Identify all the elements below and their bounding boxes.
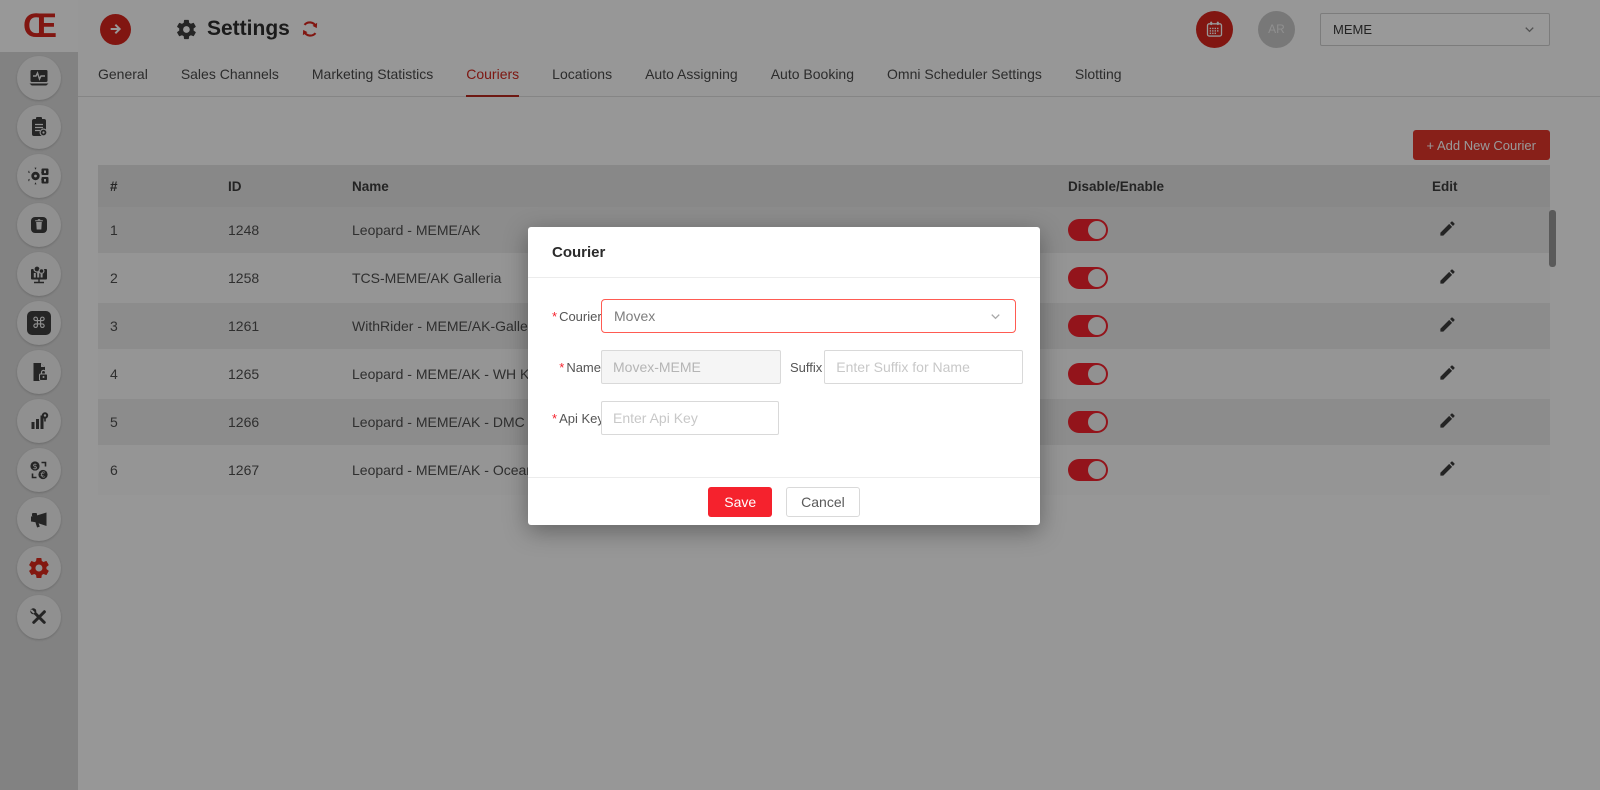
cancel-button[interactable]: Cancel (786, 487, 860, 517)
courier-modal: Courier *Courier Movex *Name Suffix *Api… (528, 227, 1040, 525)
name-field-label: *Name (552, 360, 601, 375)
settings-page: Œ ⌘ (0, 0, 1600, 790)
name-input[interactable] (601, 350, 781, 384)
save-button[interactable]: Save (708, 487, 772, 517)
modal-title: Courier (552, 244, 605, 261)
courier-field-label: *Courier (552, 309, 601, 324)
api-key-field-label: *Api Key (552, 411, 601, 426)
courier-select-value: Movex (614, 308, 655, 324)
courier-select[interactable]: Movex (601, 299, 1016, 333)
chevron-down-icon (988, 309, 1003, 324)
suffix-field-label: Suffix (790, 360, 822, 375)
api-key-input[interactable] (601, 401, 779, 435)
suffix-input[interactable] (824, 350, 1023, 384)
